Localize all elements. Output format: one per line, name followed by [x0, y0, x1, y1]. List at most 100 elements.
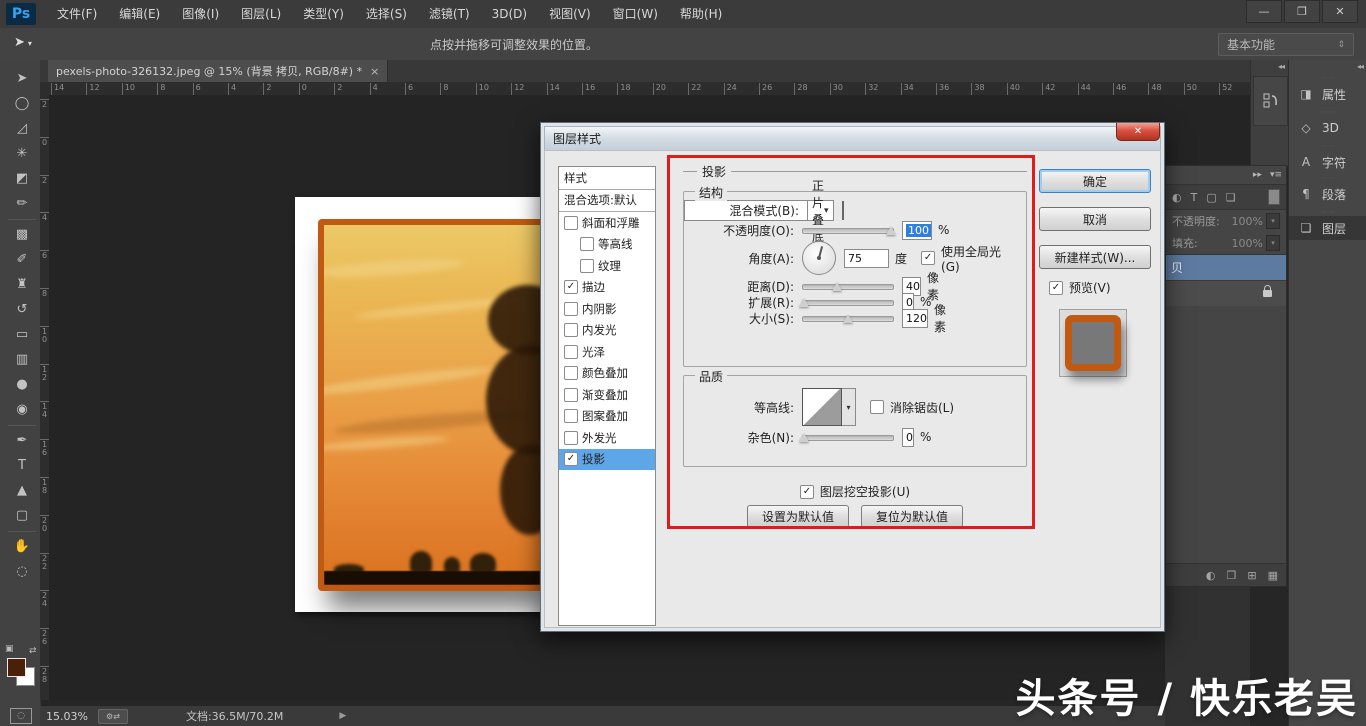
- crop-tool[interactable]: ◩: [8, 166, 36, 191]
- anti-alias-checkbox[interactable]: [870, 400, 884, 414]
- style-item-11[interactable]: 外发光: [559, 427, 655, 449]
- style-item-3[interactable]: 纹理: [559, 255, 655, 277]
- style-checkbox[interactable]: [580, 259, 594, 273]
- dock-item-属性[interactable]: ◨属性: [1289, 82, 1366, 106]
- size-slider[interactable]: [802, 311, 894, 325]
- spread-slider[interactable]: [802, 295, 894, 309]
- workspace-switcher[interactable]: 基本功能 ⇕: [1218, 33, 1354, 56]
- style-checkbox[interactable]: [564, 388, 578, 402]
- style-checkbox[interactable]: [564, 302, 578, 316]
- dock-item-字符[interactable]: A字符: [1289, 150, 1366, 174]
- style-item-1[interactable]: 斜面和浮雕: [559, 212, 655, 234]
- style-checkbox[interactable]: [564, 216, 578, 230]
- style-item-6[interactable]: 内发光: [559, 320, 655, 342]
- dock-item-段落[interactable]: ¶段落: [1289, 182, 1366, 206]
- status-gear-icon[interactable]: ⚙⇄: [98, 709, 128, 724]
- menu-item-7[interactable]: 3D(D): [481, 0, 538, 28]
- noise-field[interactable]: 0: [902, 428, 914, 447]
- zoom-level-field[interactable]: 15.03%: [46, 710, 88, 723]
- opacity-slider-thumb[interactable]: [886, 226, 896, 235]
- shadow-color-swatch[interactable]: [842, 201, 844, 220]
- dialog-title-bar[interactable]: 图层样式: [544, 126, 1161, 151]
- restore-button[interactable]: ❐: [1284, 0, 1320, 23]
- collapse-dock-icon[interactable]: ◂◂: [1357, 62, 1363, 71]
- lasso-tool[interactable]: ◿: [8, 116, 36, 141]
- panel-strip-button[interactable]: [1253, 76, 1288, 126]
- menu-item-5[interactable]: 选择(S): [355, 0, 418, 28]
- style-checkbox[interactable]: [564, 452, 578, 466]
- fill-value[interactable]: 100%: [1232, 237, 1263, 250]
- filter-type-icon[interactable]: T: [1191, 191, 1198, 204]
- style-checkbox[interactable]: [564, 366, 578, 380]
- brush-tool[interactable]: ✐: [8, 247, 36, 272]
- cancel-button[interactable]: 取消: [1039, 207, 1151, 231]
- noise-slider[interactable]: [802, 430, 894, 444]
- type-tool[interactable]: T: [8, 453, 36, 478]
- blend-mode-select[interactable]: 正片叠底▾: [807, 200, 834, 221]
- panel-collapse-icon[interactable]: ▸▸: [1253, 170, 1262, 180]
- marquee-tool[interactable]: ◯: [8, 91, 36, 116]
- size-field[interactable]: 120: [902, 309, 928, 328]
- style-item-5[interactable]: 内阴影: [559, 298, 655, 320]
- set-default-button[interactable]: 设置为默认值: [747, 505, 849, 528]
- layer-row-background[interactable]: [1166, 280, 1286, 306]
- style-checkbox[interactable]: [564, 345, 578, 359]
- magic-wand-tool[interactable]: ✳: [8, 141, 36, 166]
- default-colors-icon[interactable]: ▣: [5, 644, 14, 654]
- quick-mask-button[interactable]: ◌: [10, 708, 32, 724]
- opacity-caret-icon[interactable]: ▾: [1266, 213, 1280, 229]
- style-item-4[interactable]: 描边: [559, 277, 655, 299]
- filter-adjustment-icon[interactable]: ◐: [1172, 191, 1182, 204]
- filter-shape-icon[interactable]: ▢: [1206, 191, 1216, 204]
- close-button[interactable]: ✕: [1322, 0, 1358, 23]
- filter-layer-icon[interactable]: ❏: [1226, 191, 1236, 204]
- style-checkbox[interactable]: [580, 237, 594, 251]
- pen-tool[interactable]: ✒: [8, 425, 36, 453]
- new-layer-icon[interactable]: ⊞: [1247, 569, 1256, 582]
- healing-brush-tool[interactable]: ▩: [8, 219, 36, 247]
- foreground-color-swatch[interactable]: [7, 658, 26, 677]
- knockout-checkbox[interactable]: [800, 485, 814, 499]
- opacity-slider[interactable]: [802, 223, 894, 237]
- menu-item-6[interactable]: 滤镜(T): [418, 0, 481, 28]
- distance-slider[interactable]: [802, 279, 894, 293]
- gradient-tool[interactable]: ▥: [8, 347, 36, 372]
- photo-layer[interactable]: [318, 219, 546, 591]
- menu-item-2[interactable]: 图像(I): [171, 0, 230, 28]
- style-item-7[interactable]: 光泽: [559, 341, 655, 363]
- style-checkbox[interactable]: [564, 409, 578, 423]
- size-slider-thumb[interactable]: [843, 314, 853, 323]
- new-style-button[interactable]: 新建样式(W)...: [1039, 245, 1151, 269]
- menu-item-1[interactable]: 编辑(E): [108, 0, 171, 28]
- shape-tool[interactable]: ▢: [8, 503, 36, 528]
- distance-slider-thumb[interactable]: [832, 282, 842, 291]
- opacity-field[interactable]: 100: [902, 221, 932, 240]
- clone-stamp-tool[interactable]: ♜: [8, 272, 36, 297]
- hand-tool[interactable]: ✋: [8, 531, 36, 559]
- dock-item-图层[interactable]: ❏图层: [1289, 216, 1366, 240]
- minimize-button[interactable]: —: [1246, 0, 1282, 23]
- history-brush-tool[interactable]: ↺: [8, 297, 36, 322]
- ok-button[interactable]: 确定: [1039, 169, 1151, 193]
- menu-item-8[interactable]: 视图(V): [538, 0, 602, 28]
- noise-slider-thumb[interactable]: [799, 433, 809, 442]
- dialog-close-button[interactable]: ✕: [1116, 123, 1160, 141]
- style-item-0[interactable]: 混合选项:默认: [559, 190, 655, 213]
- group-icon[interactable]: ❒: [1227, 569, 1237, 582]
- eraser-tool[interactable]: ▭: [8, 322, 36, 347]
- opacity-value[interactable]: 100%: [1232, 215, 1263, 228]
- move-tool-options-icon[interactable]: ➤▾: [14, 35, 32, 50]
- preview-checkbox[interactable]: [1049, 281, 1063, 295]
- eyedropper-tool[interactable]: ✏: [8, 191, 36, 216]
- blur-tool[interactable]: ●: [8, 372, 36, 397]
- style-item-10[interactable]: 图案叠加: [559, 406, 655, 428]
- document-tab[interactable]: pexels-photo-326132.jpeg @ 15% (背景 拷贝, R…: [48, 60, 388, 82]
- status-menu-arrow-icon[interactable]: ▶: [339, 711, 346, 721]
- spread-slider-thumb[interactable]: [799, 298, 809, 307]
- angle-dial[interactable]: [802, 241, 836, 275]
- menu-item-10[interactable]: 帮助(H): [669, 0, 733, 28]
- style-item-2[interactable]: 等高线: [559, 234, 655, 256]
- filter-toggle[interactable]: [1268, 189, 1280, 205]
- layer-row-selected[interactable]: 贝: [1166, 254, 1286, 280]
- menu-item-4[interactable]: 类型(Y): [292, 0, 355, 28]
